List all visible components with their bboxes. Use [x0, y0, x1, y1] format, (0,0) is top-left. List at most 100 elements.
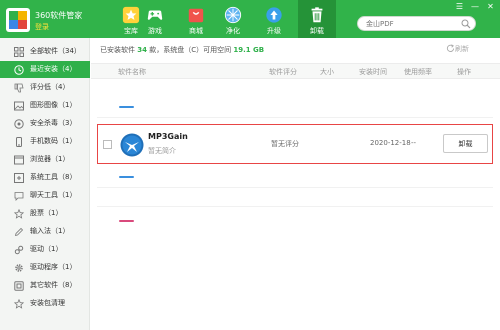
tools-icon: [14, 173, 24, 183]
close-icon[interactable]: ✕: [485, 2, 496, 12]
table-header: 软件名称 软件评分 大小 安装时间 使用频率 操作: [91, 63, 500, 79]
sidebar-item-security[interactable]: 安全杀毒（3）: [0, 115, 90, 132]
sidebar-item-label: 股票（1）: [30, 209, 63, 217]
sidebar-item-browser[interactable]: 浏览器（1）: [0, 151, 90, 168]
star-outline-icon: [14, 209, 24, 219]
pen-icon: [14, 227, 24, 237]
search-box: [357, 16, 476, 31]
nav-tab-store[interactable]: 商城: [177, 0, 215, 38]
app-logo-icon: [6, 8, 30, 32]
uninstall-button[interactable]: 卸载: [443, 134, 488, 153]
column-header-rating[interactable]: 软件评分: [269, 64, 297, 80]
row-divider: [97, 117, 493, 118]
column-header-frequency[interactable]: 使用频率: [404, 64, 432, 80]
upload-icon: [266, 7, 282, 23]
sidebar-item-label: 输入法（1）: [30, 227, 70, 235]
sidebar-item-all[interactable]: 全部软件（34）: [0, 43, 90, 60]
category-sidebar: 全部软件（34） 最近安装（4） 评分低（4） 图形图像（1） 安全杀毒（3） …: [0, 38, 90, 330]
login-link[interactable]: 登录: [35, 22, 49, 32]
column-header-size[interactable]: 大小: [320, 64, 334, 80]
partial-app-icon: [119, 106, 134, 108]
refresh-icon[interactable]: [446, 44, 455, 53]
refresh-button[interactable]: 刷新: [455, 44, 469, 54]
usage-frequency: --: [411, 139, 417, 147]
column-header-install-date[interactable]: 安装时间: [359, 64, 387, 80]
install-summary: 已安装软件 34 款，系统盘（C）可用空间 19.1 GB: [100, 45, 264, 55]
nav-label: 商城: [189, 27, 203, 35]
nav-tab-purify[interactable]: 净化: [214, 0, 252, 38]
compass-icon: [224, 6, 242, 24]
nav-label: 游戏: [148, 27, 162, 35]
sidebar-item-label: 安全杀毒（3）: [30, 119, 77, 127]
nav-label: 升级: [267, 27, 281, 35]
sidebar-item-label: 图形图像（1）: [30, 101, 77, 109]
browser-icon: [14, 155, 24, 165]
chat-icon: [14, 192, 24, 201]
sidebar-item-label: 安装包清理: [30, 299, 65, 307]
phone-icon: [16, 137, 22, 147]
search-input[interactable]: [366, 17, 464, 30]
sidebar-item-label: 聊天工具（1）: [30, 191, 77, 199]
sidebar-item-package-cleanup[interactable]: 安装包清理: [0, 295, 90, 312]
summary-middle: 款，系统盘（C）可用空间: [149, 46, 232, 54]
installed-count: 34: [137, 46, 147, 54]
sidebar-item-label: 浏览器（1）: [30, 155, 70, 163]
sidebar-item-label: 手机数码（1）: [30, 137, 77, 145]
title-bar: 360软件管家 登录 宝库 游戏 商城 净化 升级 卸载 ☰ — ✕: [0, 0, 500, 38]
sidebar-item-recent[interactable]: 最近安装（4）: [0, 61, 90, 78]
gamepad-icon: [147, 10, 163, 20]
sidebar-item-label: 评分低（4）: [30, 83, 70, 91]
row-checkbox[interactable]: [103, 140, 112, 149]
sidebar-item-low-rating[interactable]: 评分低（4）: [0, 79, 90, 96]
thumbs-down-icon: [14, 83, 24, 93]
sidebar-item-driver-program[interactable]: 驱动程序（1）: [0, 259, 90, 276]
sidebar-item-system-tools[interactable]: 系统工具（8）: [0, 169, 90, 186]
summary-prefix: 已安装软件: [100, 46, 135, 54]
main-content: 已安装软件 34 款，系统盘（C）可用空间 19.1 GB 刷新 软件名称 软件…: [91, 38, 500, 330]
column-header-action: 操作: [457, 68, 471, 76]
search-icon[interactable]: [461, 19, 471, 29]
nav-tab-upgrade[interactable]: 升级: [255, 0, 293, 38]
sidebar-item-chat[interactable]: 聊天工具（1）: [0, 187, 90, 204]
trash-icon: [311, 7, 323, 23]
nav-label: 净化: [226, 27, 240, 35]
sidebar-item-label: 驱动（1）: [30, 245, 63, 253]
sidebar-item-driver[interactable]: 驱动（1）: [0, 241, 90, 258]
clock-icon: [14, 65, 24, 75]
minimize-icon[interactable]: —: [469, 2, 480, 12]
row-divider: [97, 206, 493, 207]
app-description: 暂无简介: [148, 147, 176, 155]
star-outline-icon: [14, 299, 24, 309]
table-row[interactable]: MP3Gain 暂无简介 暂无评分 2020-12-18 -- 卸载: [97, 124, 493, 164]
column-header-name[interactable]: 软件名称: [118, 64, 146, 80]
sidebar-item-label: 全部软件（34）: [30, 47, 81, 55]
image-icon: [14, 101, 24, 111]
gear-icon: [15, 264, 23, 272]
app-title: 360软件管家: [35, 11, 83, 20]
sidebar-item-label: 驱动程序（1）: [30, 263, 77, 271]
grid-icon: [14, 47, 24, 57]
app-name: MP3Gain: [148, 132, 188, 141]
sidebar-item-input-method[interactable]: 输入法（1）: [0, 223, 90, 240]
shield-icon: [14, 119, 24, 129]
nav-label: 卸载: [310, 27, 324, 35]
menu-icon[interactable]: ☰: [454, 2, 465, 12]
sidebar-item-graphics[interactable]: 图形图像（1）: [0, 97, 90, 114]
app-rating: 暂无评分: [271, 140, 299, 148]
nav-tab-uninstall[interactable]: 卸载: [298, 0, 336, 38]
link-icon: [14, 245, 24, 255]
row-divider: [97, 187, 493, 188]
nav-tab-games[interactable]: 游戏: [136, 0, 174, 38]
sidebar-item-stocks[interactable]: 股票（1）: [0, 205, 90, 222]
sidebar-item-label: 系统工具（8）: [30, 173, 77, 181]
partial-app-icon: [119, 220, 134, 222]
sidebar-item-other[interactable]: 其它软件（8）: [0, 277, 90, 294]
sidebar-item-mobile[interactable]: 手机数码（1）: [0, 133, 90, 150]
free-space-value: 19.1 GB: [233, 46, 265, 54]
sidebar-item-label: 最近安装（4）: [30, 65, 77, 73]
sidebar-item-label: 其它软件（8）: [30, 281, 77, 289]
shopping-bag-icon: [188, 8, 204, 23]
install-date: 2020-12-18: [370, 139, 411, 147]
partial-app-icon: [119, 176, 134, 178]
box-icon: [14, 281, 24, 291]
